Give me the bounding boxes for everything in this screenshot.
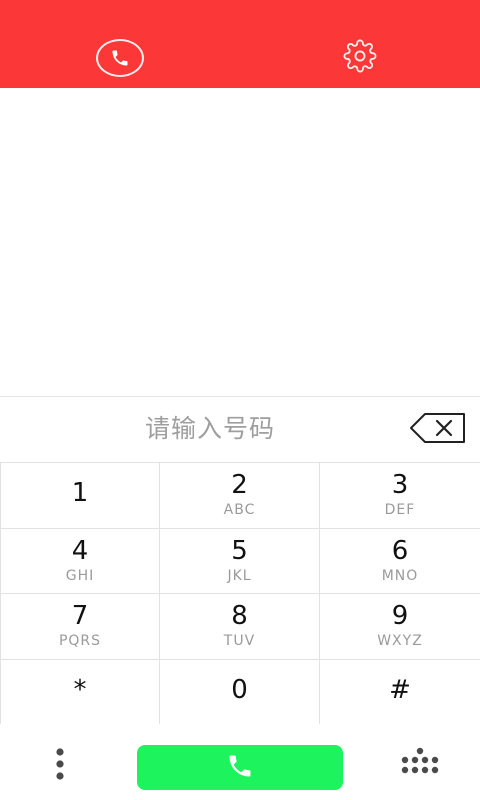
key-letters: JKL: [227, 567, 252, 584]
key-digit: 2: [231, 470, 248, 500]
key-hash[interactable]: #: [320, 660, 480, 725]
key-4[interactable]: 4 GHI: [0, 528, 160, 594]
call-button[interactable]: [137, 745, 343, 790]
key-0[interactable]: 0: [160, 659, 320, 725]
key-letters: WXYZ: [377, 633, 423, 649]
key-digit: 4: [71, 535, 89, 566]
key-digit: 7: [71, 601, 89, 631]
key-1[interactable]: 1: [0, 463, 160, 529]
key-digit: 9: [391, 601, 409, 631]
number-input[interactable]: 请输入号码: [110, 411, 310, 447]
gear-icon: [343, 39, 377, 77]
key-digit: 5: [231, 535, 248, 566]
key-7[interactable]: 7 PQRS: [0, 594, 160, 660]
key-digit: 0: [231, 674, 248, 705]
key-letters: TUV: [223, 633, 256, 649]
key-digit: *: [73, 674, 87, 705]
backspace-button[interactable]: [408, 412, 468, 448]
key-2[interactable]: 2 ABC: [160, 463, 320, 529]
key-letters: PQRS: [58, 633, 102, 649]
key-digit: 1: [71, 478, 89, 508]
key-3[interactable]: 3 DEF: [320, 463, 480, 529]
key-6[interactable]: 6 MNO: [320, 529, 480, 594]
top-bar: [0, 0, 480, 88]
key-5[interactable]: 5 JKL: [160, 528, 320, 594]
key-digit: 6: [391, 535, 409, 566]
phone-icon: [226, 752, 254, 784]
phone-circle-icon: [96, 39, 144, 77]
key-9[interactable]: 9 WXYZ: [320, 594, 480, 660]
bottom-action-bar: [0, 724, 480, 800]
key-digit: #: [389, 674, 411, 705]
keypad-toggle-button[interactable]: [398, 746, 442, 786]
dial-keypad: 1 2 ABC 3 DEF 4 GHI 5 JKL 6 MNO 7 PQRS 8…: [0, 462, 480, 725]
backspace-icon: [409, 412, 467, 448]
settings-button[interactable]: [334, 38, 386, 78]
dialpad-icon: [399, 747, 441, 785]
key-digit: 8: [231, 601, 248, 631]
key-digit: 3: [391, 470, 409, 500]
call-log-area: [0, 88, 480, 396]
more-vertical-icon: [54, 747, 66, 785]
key-letters: MNO: [381, 567, 419, 584]
more-options-button[interactable]: [40, 746, 80, 786]
key-star[interactable]: *: [0, 659, 160, 725]
key-letters: GHI: [65, 567, 95, 584]
call-tab-button[interactable]: [94, 38, 146, 78]
key-letters: ABC: [223, 502, 256, 518]
key-letters: DEF: [384, 502, 416, 518]
key-8[interactable]: 8 TUV: [160, 594, 320, 660]
